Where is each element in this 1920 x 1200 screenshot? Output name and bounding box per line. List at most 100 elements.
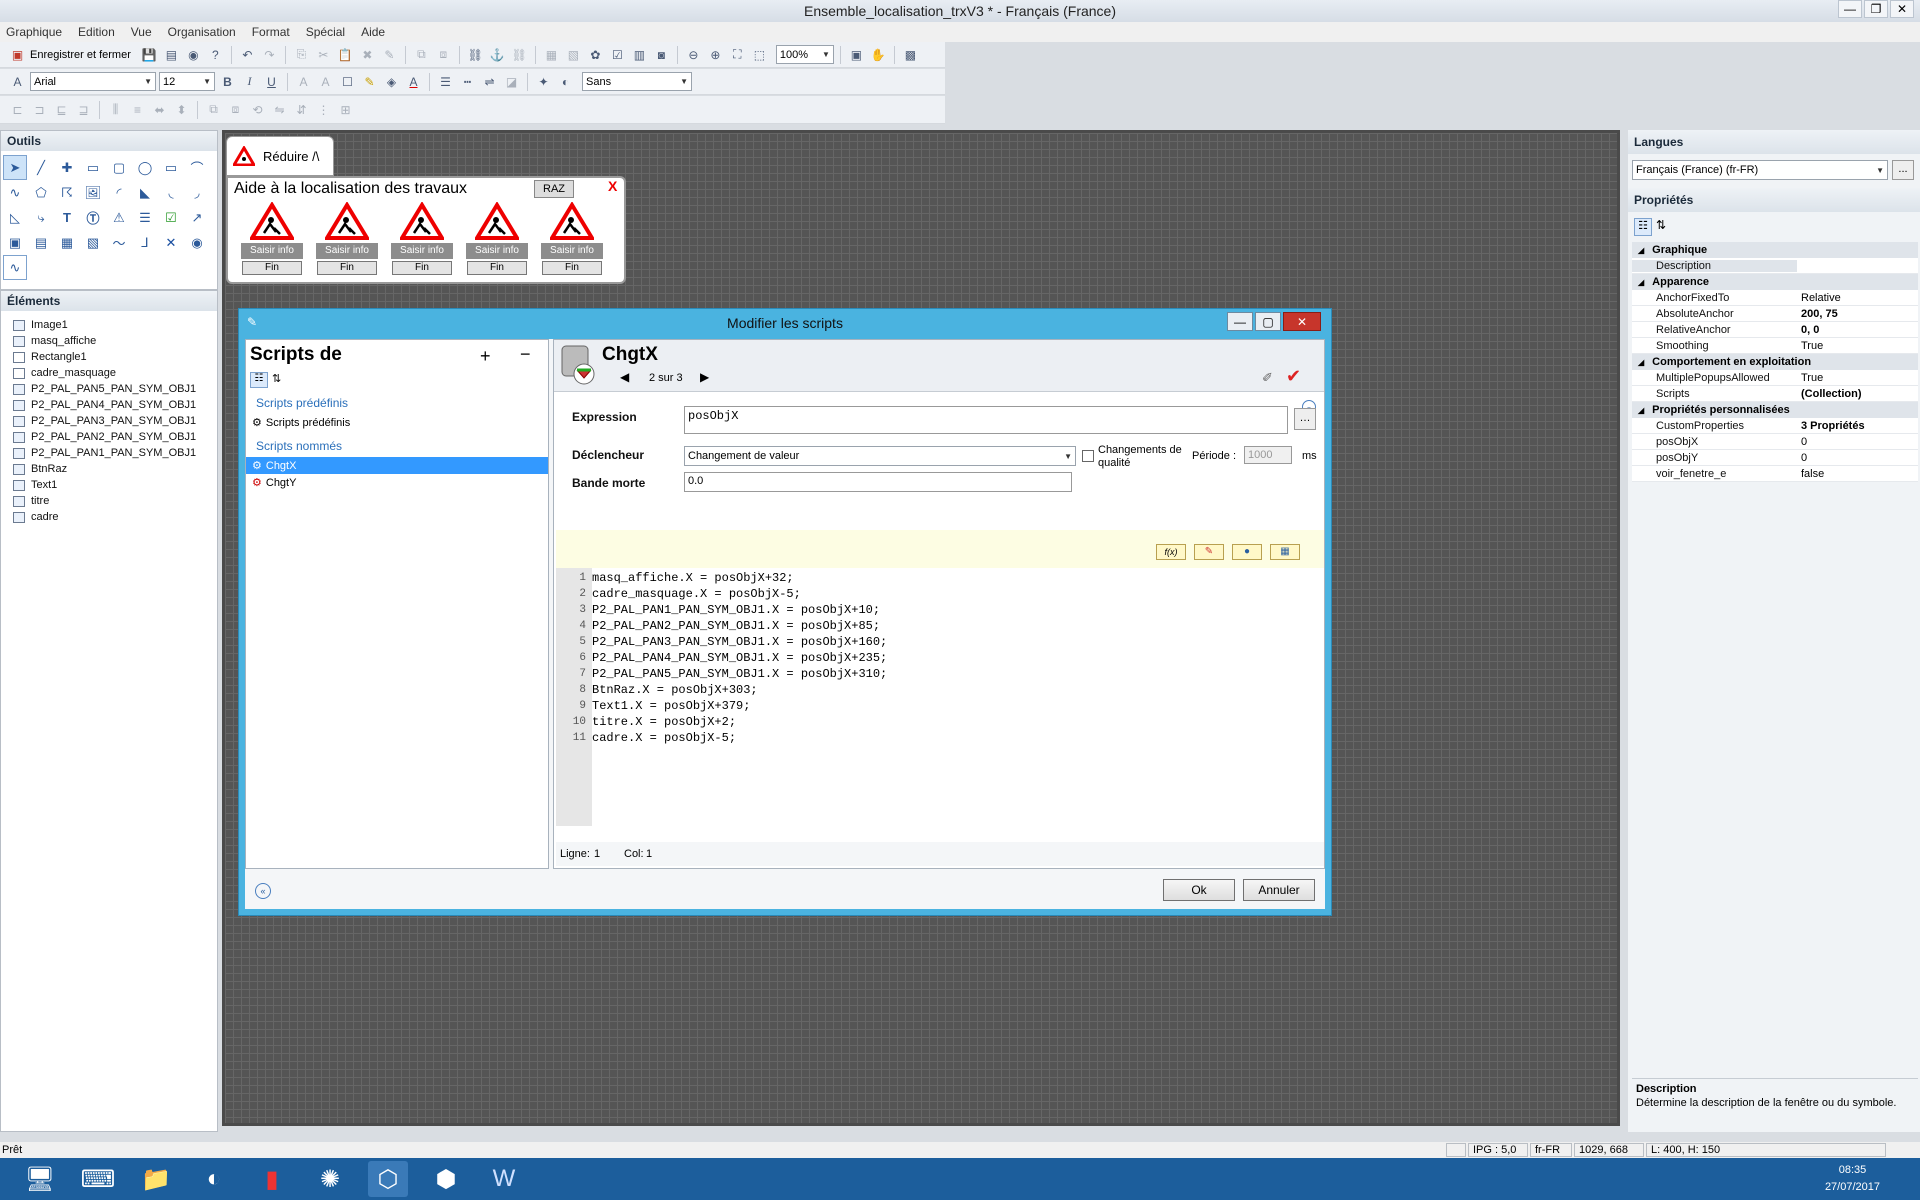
- prop-row[interactable]: voir_fenetre_e false: [1632, 466, 1918, 482]
- help-icon[interactable]: ?: [206, 45, 225, 64]
- pointer-tool-icon[interactable]: ➤: [3, 155, 27, 180]
- prop-category[interactable]: ◢ Comportement en exploitation: [1632, 354, 1918, 370]
- menu-special[interactable]: Spécial: [306, 25, 345, 39]
- paste-icon[interactable]: 📋: [336, 45, 355, 64]
- grow-font-icon[interactable]: A: [294, 72, 313, 91]
- script-item-chgty[interactable]: ⚙ ChgtY: [246, 474, 548, 491]
- menu-graphique[interactable]: Graphique: [6, 25, 62, 39]
- minimize-icon[interactable]: —: [1838, 0, 1862, 18]
- redo-icon[interactable]: ↷: [260, 45, 279, 64]
- group-icon[interactable]: ⧉: [412, 45, 431, 64]
- snap-icon[interactable]: ⊞: [336, 100, 355, 119]
- named-section-link[interactable]: Scripts nommés: [246, 435, 548, 457]
- cross-tool-icon[interactable]: ✚: [55, 155, 79, 180]
- line-width-icon[interactable]: ☰: [436, 72, 455, 91]
- alphabetical-view-icon[interactable]: ⇅: [1656, 218, 1666, 232]
- reduire-tab[interactable]: Réduire /\: [226, 136, 334, 176]
- copy-icon[interactable]: ⎘: [292, 45, 311, 64]
- tree-item[interactable]: Image1: [1, 317, 217, 333]
- delete-icon[interactable]: ✖: [358, 45, 377, 64]
- hand-icon[interactable]: ✋: [869, 45, 888, 64]
- prop-row[interactable]: posObjX 0: [1632, 434, 1918, 450]
- arc2-tool-icon[interactable]: ◜: [107, 180, 131, 205]
- menu-vue[interactable]: Vue: [131, 25, 152, 39]
- link-tool-icon[interactable]: ↗: [185, 205, 209, 230]
- dialog-close-icon[interactable]: ✕: [1283, 312, 1321, 331]
- validate-check-icon[interactable]: ✔: [1286, 366, 1301, 387]
- bring-front-icon[interactable]: ⧉: [204, 100, 223, 119]
- prop-row[interactable]: MultiplePopupsAllowed True: [1632, 370, 1918, 386]
- ok-button[interactable]: Ok: [1163, 879, 1235, 901]
- tree-item[interactable]: Rectangle1: [1, 349, 217, 365]
- categorize-icon[interactable]: ☷: [250, 372, 268, 388]
- rounded-rect-tool-icon[interactable]: ▢: [107, 155, 131, 180]
- dialog-maximize-icon[interactable]: ▢: [1255, 312, 1281, 331]
- saisir-info-button[interactable]: Saisir info: [466, 243, 528, 259]
- fin-button[interactable]: Fin: [392, 261, 452, 275]
- remove-script-icon[interactable]: −: [520, 344, 531, 365]
- record-icon[interactable]: ◉: [184, 45, 203, 64]
- ungroup-icon[interactable]: ⧈: [434, 45, 453, 64]
- clock[interactable]: 08:35 27/07/2017: [1825, 1162, 1880, 1196]
- shrink-font-icon[interactable]: A: [316, 72, 335, 91]
- link2-tool-icon[interactable]: ▧: [81, 230, 105, 255]
- flip-v-icon[interactable]: ⇵: [292, 100, 311, 119]
- next-script-icon[interactable]: ▶: [700, 370, 709, 384]
- effects-icon[interactable]: ✦: [534, 72, 553, 91]
- space-icon[interactable]: ⋮: [314, 100, 333, 119]
- save-icon[interactable]: 💾: [140, 45, 159, 64]
- grid-icon[interactable]: ▥: [630, 45, 649, 64]
- font-size-select[interactable]: 12 ▼: [159, 72, 215, 91]
- fill-color-icon[interactable]: ◈: [382, 72, 401, 91]
- prop-row[interactable]: AbsoluteAnchor 200, 75: [1632, 306, 1918, 322]
- aide-close-button[interactable]: X: [608, 178, 617, 194]
- checkbox-tool-icon[interactable]: ☑: [159, 205, 183, 230]
- shape-tool-icon[interactable]: ◣: [133, 180, 157, 205]
- button-tool-icon[interactable]: ◉: [185, 230, 209, 255]
- script-item-chgtx[interactable]: ⚙ ChgtX: [246, 457, 548, 474]
- save-all-icon[interactable]: ▤: [162, 45, 181, 64]
- zoom-in-icon[interactable]: ⊕: [706, 45, 725, 64]
- prop-category[interactable]: ◢ Apparence: [1632, 274, 1918, 290]
- line-ends-icon[interactable]: ⇌: [480, 72, 499, 91]
- app-red-icon[interactable]: ▮: [252, 1161, 292, 1197]
- language-select[interactable]: Français (France) (fr-FR) ▼: [1632, 160, 1888, 180]
- prop-value[interactable]: True: [1797, 372, 1918, 384]
- insert-table-icon[interactable]: ▦: [1270, 544, 1300, 560]
- prop-value[interactable]: 0, 0: [1797, 324, 1918, 336]
- distribute-h-icon[interactable]: ⫼: [106, 100, 125, 119]
- shadow-icon[interactable]: ◪: [502, 72, 521, 91]
- distribute-v-icon[interactable]: ≡: [128, 100, 147, 119]
- tree-item[interactable]: BtnRaz: [1, 461, 217, 477]
- insert-function-icon[interactable]: f(x): [1156, 544, 1186, 560]
- flip-icon[interactable]: ⇋: [270, 100, 289, 119]
- saisir-info-button[interactable]: Saisir info: [541, 243, 603, 259]
- restore-icon[interactable]: ❐: [1864, 0, 1888, 18]
- unlink-icon[interactable]: ⛓: [510, 45, 529, 64]
- image-tool-icon[interactable]: 🖼: [81, 180, 105, 205]
- browser-icon[interactable]: ◐: [194, 1161, 234, 1197]
- gradient-icon[interactable]: ◐: [556, 72, 575, 91]
- expression-input[interactable]: posObjX: [684, 406, 1288, 434]
- link-icon[interactable]: ⛓: [466, 45, 485, 64]
- polygon-tool-icon[interactable]: ⬠: [29, 180, 53, 205]
- prev-script-icon[interactable]: ◀: [620, 370, 629, 384]
- periode-input[interactable]: 1000: [1244, 446, 1292, 464]
- save-close-button[interactable]: Enregistrer et fermer: [30, 49, 131, 61]
- window3-tool-icon[interactable]: ▦: [55, 230, 79, 255]
- file-explorer-icon[interactable]: 📁: [136, 1161, 176, 1197]
- curve-tool-icon[interactable]: ∿: [3, 180, 27, 205]
- send-back-icon[interactable]: ⧈: [226, 100, 245, 119]
- categorized-view-icon[interactable]: ☷: [1634, 218, 1652, 236]
- camera-icon[interactable]: ◙: [652, 45, 671, 64]
- prop-category[interactable]: ◢ Graphique: [1632, 242, 1918, 258]
- trend-line-tool-icon[interactable]: ∿: [3, 255, 27, 280]
- tree-item[interactable]: P2_PAL_PAN2_PAN_SYM_OBJ1: [1, 429, 217, 445]
- style-select[interactable]: Sans ▼: [582, 72, 692, 91]
- predefined-section-link[interactable]: Scripts prédéfinis: [246, 392, 548, 414]
- language-more-button[interactable]: ...: [1892, 160, 1914, 180]
- window2-tool-icon[interactable]: ▤: [29, 230, 53, 255]
- border-icon[interactable]: ☐: [338, 72, 357, 91]
- zoom-select[interactable]: 100% ▼: [775, 45, 834, 64]
- expression-browse-button[interactable]: …: [1294, 408, 1316, 430]
